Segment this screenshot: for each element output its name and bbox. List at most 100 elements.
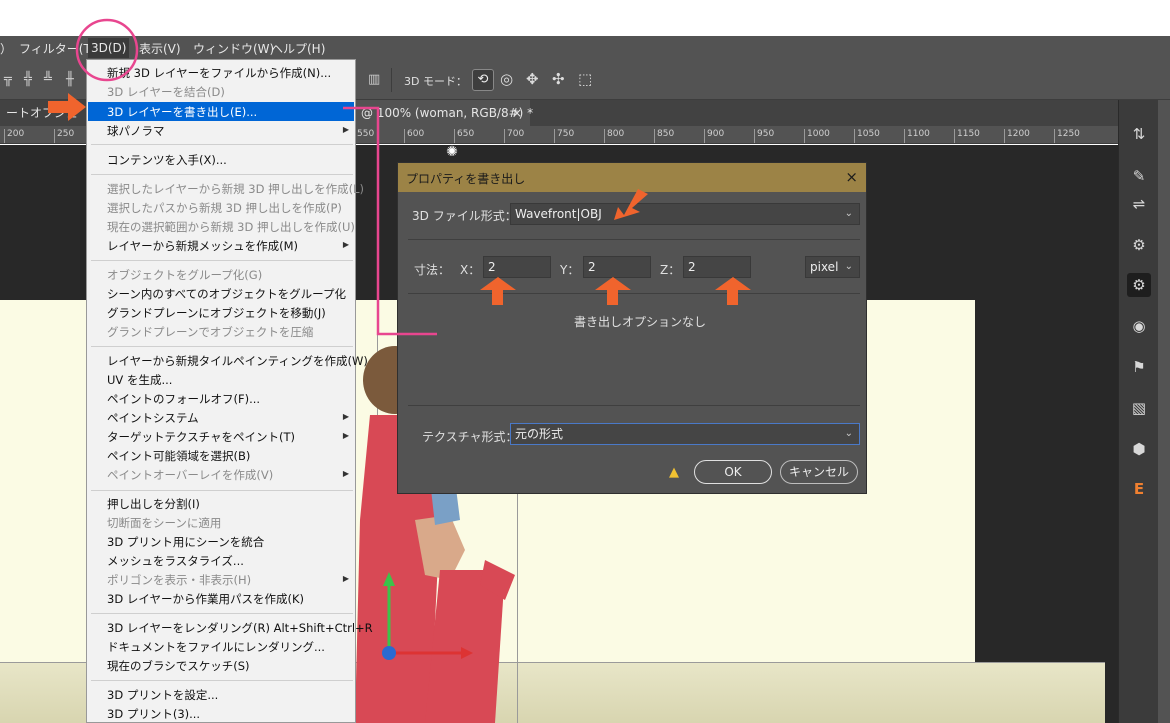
menu-3d-item[interactable]: オブジェクトをグループ化(G) bbox=[107, 267, 262, 283]
menu-3d-item[interactable]: 3D プリント(3)... bbox=[107, 706, 200, 722]
file-format-select[interactable]: Wavefront|OBJ ⌄ bbox=[510, 203, 860, 225]
menu-3d-item[interactable]: 選択したパスから新規 3D 押し出しを作成(P) bbox=[107, 200, 342, 216]
ruler-tick: 900 bbox=[704, 129, 724, 143]
submenu-arrow-icon: ▶ bbox=[342, 469, 349, 478]
x-input[interactable]: 2 bbox=[483, 256, 551, 278]
e-logo-icon[interactable]: E bbox=[1127, 477, 1151, 501]
menu-3d-item[interactable]: レイヤーから新規メッシュを作成(M) bbox=[107, 238, 298, 254]
history-icon[interactable]: ⇅ bbox=[1127, 122, 1151, 146]
align-bottom-icon[interactable]: ╩ bbox=[44, 72, 52, 87]
gear-icon[interactable]: ⚙ bbox=[1127, 233, 1151, 257]
scale-icon[interactable]: ⬚ bbox=[578, 70, 592, 88]
unit-select[interactable]: pixel ⌄ bbox=[805, 256, 860, 278]
menu-3d-item[interactable]: UV を生成... bbox=[107, 372, 172, 388]
chevron-down-icon: ⌄ bbox=[844, 261, 853, 272]
divider bbox=[408, 239, 860, 240]
file-format-label: 3D ファイル形式： bbox=[412, 209, 517, 223]
file-format-value: Wavefront|OBJ bbox=[515, 207, 602, 221]
ruler-tick: 750 bbox=[554, 129, 574, 143]
ruler-tick: 250 bbox=[54, 129, 74, 143]
menu-3d-item[interactable]: 押し出しを分割(I) bbox=[107, 496, 200, 512]
orbit-icon[interactable]: ⟲ bbox=[472, 69, 494, 91]
plugin-settings-icon[interactable]: ⚙ bbox=[1127, 273, 1151, 297]
y-input[interactable]: 2 bbox=[583, 256, 651, 278]
menu-3d-item[interactable]: 現在の選択範囲から新規 3D 押し出しを作成(U) bbox=[107, 219, 355, 235]
warning-icon: ▲ bbox=[669, 465, 679, 480]
menu-3d-item[interactable]: ターゲットテクスチャをペイント(T) bbox=[107, 429, 295, 445]
slide-icon[interactable]: ✣ bbox=[552, 70, 565, 88]
distribute-right-icon[interactable]: ▥ bbox=[368, 72, 380, 87]
z-input[interactable]: 2 bbox=[683, 256, 751, 278]
separator bbox=[391, 68, 392, 92]
menu-3d-item[interactable]: レイヤーから新規タイルペインティングを作成(W) bbox=[107, 353, 368, 369]
brush-settings-icon[interactable]: ✎ bbox=[1127, 164, 1151, 188]
flag-icon[interactable]: ⚑ bbox=[1127, 355, 1151, 379]
menu-item-view[interactable]: 表示(V) bbox=[139, 40, 181, 57]
submenu-arrow-icon: ▶ bbox=[342, 412, 349, 421]
distribute-icon[interactable]: ╫ bbox=[66, 72, 74, 87]
pan-icon[interactable]: ✥ bbox=[526, 70, 539, 88]
3d-light-icon[interactable]: ✺ bbox=[441, 144, 463, 160]
menu-3d-item[interactable]: グランドプレーンにオブジェクトを移動(J) bbox=[107, 305, 326, 321]
menu-3d-item[interactable]: ペイントのフォールオフ(F)... bbox=[107, 391, 260, 407]
menu-separator bbox=[91, 144, 353, 145]
adjustments-icon[interactable]: ⇌ bbox=[1127, 192, 1151, 216]
tab-left-doc[interactable]: ートオブジェ bbox=[0, 100, 82, 126]
roll-icon[interactable]: ◎ bbox=[500, 70, 513, 88]
menu-3d-item[interactable]: シーン内のすべてのオブジェクトをグループ化 bbox=[107, 286, 346, 302]
cube-icon[interactable]: ⬢ bbox=[1127, 437, 1151, 461]
menu-3d-item[interactable]: ペイントシステム bbox=[107, 410, 199, 426]
properties-panel-edge bbox=[1158, 100, 1170, 723]
menu-3d-item[interactable]: 選択したレイヤーから新規 3D 押し出しを作成(L) bbox=[107, 181, 364, 197]
menu-3d-item[interactable]: 3D レイヤーを結合(D) bbox=[107, 84, 225, 100]
menu-item-prev[interactable]: ） bbox=[0, 40, 12, 57]
menu-3d-item[interactable]: メッシュをラスタライズ... bbox=[107, 553, 244, 569]
menu-3d-item[interactable]: 3D レイヤーから作業用パスを作成(K) bbox=[107, 591, 304, 607]
menu-3d-item[interactable]: ドキュメントをファイルにレンダリング... bbox=[107, 639, 325, 655]
tab-close-icon[interactable]: × bbox=[512, 100, 522, 126]
x-label: X： bbox=[460, 263, 481, 277]
ok-button[interactable]: OK bbox=[694, 460, 772, 484]
menu-separator bbox=[91, 490, 353, 491]
menu-item-3d[interactable]: 3D(D) bbox=[88, 38, 130, 58]
submenu-arrow-icon: ▶ bbox=[342, 431, 349, 440]
menu-item-window[interactable]: ウィンドウ(W) bbox=[193, 40, 274, 57]
dialog-close-button[interactable]: × bbox=[845, 168, 858, 186]
menu-3d-item[interactable]: ポリゴンを表示・非表示(H) bbox=[107, 572, 251, 588]
menu-3d-item[interactable]: コンテンツを入手(X)... bbox=[107, 152, 227, 168]
tab-woman[interactable]: @ 100% (woman, RGB/8#) * × bbox=[355, 100, 533, 126]
menu-item-help[interactable]: ヘルプ(H) bbox=[271, 40, 325, 57]
align-top-icon[interactable]: ╦ bbox=[4, 72, 12, 87]
menu-bar: ） フィルター(T) 3D(D) 表示(V) ウィンドウ(W) ヘルプ(H) bbox=[0, 36, 1170, 60]
menu-3d-item[interactable]: ペイントオーバーレイを作成(V) bbox=[107, 467, 273, 483]
menu-3d-item[interactable]: 3D レイヤーをレンダリング(R) Alt+Shift+Ctrl+R bbox=[107, 620, 373, 636]
ruler-tick: 600 bbox=[404, 129, 424, 143]
cancel-button[interactable]: キャンセル bbox=[780, 460, 858, 484]
menu-3d-item[interactable]: グランドプレーンでオブジェクトを圧縮 bbox=[107, 324, 313, 340]
dialog-title-bar: プロパティを書き出し × bbox=[398, 163, 866, 192]
menu-3d-item[interactable]: 3D プリントを設定... bbox=[107, 687, 218, 703]
menu-3d-item[interactable]: 3D プリント用にシーンを統合 bbox=[107, 534, 264, 550]
menu-separator bbox=[91, 174, 353, 175]
menu-3d-item[interactable]: 3D レイヤーを書き出し(E)... bbox=[107, 104, 257, 120]
ruler-tick: 950 bbox=[754, 129, 774, 143]
ruler-tick: 1050 bbox=[854, 129, 880, 143]
submenu-arrow-icon: ▶ bbox=[342, 574, 349, 583]
divider bbox=[408, 293, 860, 294]
hatch-icon[interactable]: ▧ bbox=[1127, 396, 1151, 420]
menu-separator bbox=[91, 680, 353, 681]
y-label: Y： bbox=[560, 263, 580, 277]
menu-item-filter[interactable]: フィルター(T) bbox=[19, 40, 95, 57]
menu-separator bbox=[91, 346, 353, 347]
align-middle-icon[interactable]: ╬ bbox=[24, 72, 32, 87]
menu-3d-item[interactable]: 球パノラマ bbox=[107, 123, 165, 139]
circle-pattern-icon[interactable]: ◉ bbox=[1127, 314, 1151, 338]
menu-3d-item[interactable]: ペイント可能領域を選択(B) bbox=[107, 448, 250, 464]
menu-3d-item[interactable]: 切断面をシーンに適用 bbox=[107, 515, 221, 531]
ruler-tick: 850 bbox=[654, 129, 674, 143]
menu-3d-item[interactable]: 新規 3D レイヤーをファイルから作成(N)... bbox=[107, 65, 331, 81]
texture-format-select[interactable]: 元の形式 ⌄ bbox=[510, 423, 860, 445]
menu-separator bbox=[91, 260, 353, 261]
menu-3d-dropdown: 新規 3D レイヤーをファイルから作成(N)... 3D レイヤーを結合(D) 3D… bbox=[86, 59, 373, 723]
menu-3d-item[interactable]: 現在のブラシでスケッチ(S) bbox=[107, 658, 250, 674]
